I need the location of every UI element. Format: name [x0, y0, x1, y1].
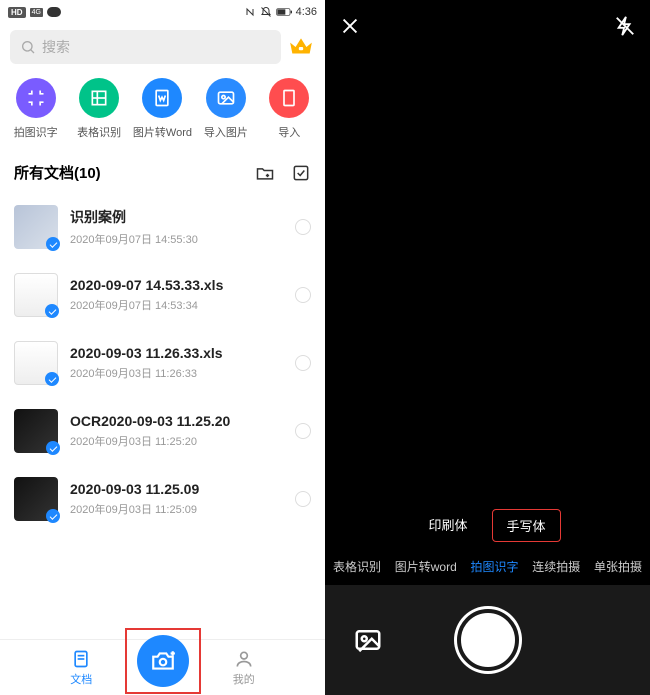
- tool-image-to-word[interactable]: 图片转Word: [131, 78, 194, 140]
- select-radio[interactable]: [295, 219, 311, 235]
- tool-label: 表格识别: [77, 124, 121, 140]
- check-badge-icon: [46, 237, 60, 251]
- font-mode-row: 印刷体 手写体: [325, 503, 650, 548]
- thumbnail: [14, 341, 58, 385]
- select-radio[interactable]: [295, 423, 311, 439]
- check-badge-icon: [45, 304, 59, 318]
- check-badge-icon: [45, 372, 59, 386]
- close-icon[interactable]: [339, 15, 361, 37]
- item-date: 2020年09月03日 11:25:20: [70, 433, 283, 449]
- status-time: 4:36: [296, 6, 317, 18]
- tool-label: 导入图片: [204, 124, 248, 140]
- tab-mine[interactable]: 我的: [233, 649, 255, 687]
- check-badge-icon: [46, 509, 60, 523]
- gallery-icon: [353, 625, 383, 655]
- tab-label: 我的: [233, 671, 255, 687]
- thumbnail: [14, 273, 58, 317]
- mute-icon: [260, 6, 272, 18]
- select-radio[interactable]: [295, 491, 311, 507]
- status-bar: HD 4G 4:36: [0, 0, 325, 24]
- camera-tab[interactable]: 表格识别: [333, 558, 381, 575]
- camera-plus-icon: [150, 648, 176, 674]
- camera-tab[interactable]: 单张拍摄: [594, 558, 642, 575]
- battery-icon: [276, 7, 292, 17]
- search-placeholder: 搜索: [42, 37, 70, 57]
- search-input[interactable]: 搜索: [10, 30, 281, 64]
- camera-viewfinder: [325, 52, 650, 503]
- camera-fab[interactable]: [137, 635, 189, 687]
- list-item[interactable]: 识别案例 2020年09月07日 14:55:30: [0, 193, 325, 261]
- crown-icon: [288, 34, 314, 60]
- camera-tab[interactable]: 图片转word: [395, 558, 457, 575]
- item-title: 2020-09-03 11.26.33.xls: [70, 345, 283, 361]
- user-icon: [234, 649, 254, 669]
- doc-icon: [71, 649, 91, 669]
- item-title: 2020-09-07 14.53.33.xls: [70, 277, 283, 293]
- flash-off-icon[interactable]: [614, 15, 636, 37]
- hd-icon: HD: [8, 7, 26, 18]
- list-item[interactable]: OCR2020-09-03 11.25.20 2020年09月03日 11:25:…: [0, 397, 325, 465]
- thumbnail: [14, 409, 58, 453]
- vip-button[interactable]: [287, 33, 315, 61]
- item-title: OCR2020-09-03 11.25.20: [70, 413, 283, 429]
- all-docs-title: 所有文档(10): [14, 162, 101, 183]
- nfc-icon: [244, 6, 256, 18]
- multiselect-icon[interactable]: [291, 163, 311, 183]
- message-icon: [47, 7, 61, 17]
- list-item[interactable]: 2020-09-03 11.26.33.xls 2020年09月03日 11:26…: [0, 329, 325, 397]
- tool-table-ocr[interactable]: 表格识别: [67, 78, 130, 140]
- search-icon: [20, 39, 36, 55]
- camera-app: 印刷体 手写体 表格识别 图片转word 拍图识字 连续拍摄 单张拍摄: [325, 0, 650, 695]
- tool-ocr-photo[interactable]: 拍图识字: [4, 78, 67, 140]
- tool-label: 图片转Word: [133, 124, 192, 140]
- documents-app: HD 4G 4:36 搜索 拍图识字 表格识别 图片转Word 导入图片 导入 …: [0, 0, 325, 695]
- tool-import[interactable]: 导入: [258, 78, 321, 140]
- fab-highlight-frame: [125, 628, 201, 694]
- item-title: 2020-09-03 11.25.09: [70, 481, 283, 497]
- item-title: 识别案例: [70, 207, 283, 227]
- camera-tab[interactable]: 连续拍摄: [532, 558, 580, 575]
- folder-add-icon[interactable]: [255, 163, 275, 183]
- tab-documents[interactable]: 文档: [70, 649, 92, 687]
- thumbnail: [14, 205, 58, 249]
- check-badge-icon: [46, 441, 60, 455]
- item-date: 2020年09月07日 14:55:30: [70, 231, 283, 247]
- pill-print[interactable]: 印刷体: [414, 509, 481, 542]
- tools-row: 拍图识字 表格识别 图片转Word 导入图片 导入: [0, 70, 325, 152]
- list-item[interactable]: 2020-09-07 14.53.33.xls 2020年09月07日 14:53…: [0, 261, 325, 329]
- documents-list: 识别案例 2020年09月07日 14:55:30 2020-09-07 14.5…: [0, 193, 325, 639]
- tool-label: 导入: [278, 124, 300, 140]
- tool-label: 拍图识字: [14, 124, 58, 140]
- thumbnail: [14, 477, 58, 521]
- item-date: 2020年09月03日 11:25:09: [70, 501, 283, 517]
- select-radio[interactable]: [295, 287, 311, 303]
- tab-label: 文档: [70, 671, 92, 687]
- list-item[interactable]: 2020-09-03 11.25.09 2020年09月03日 11:25:09: [0, 465, 325, 533]
- tool-import-image[interactable]: 导入图片: [194, 78, 257, 140]
- shutter-button[interactable]: [457, 609, 519, 671]
- bottom-nav: 文档 我的: [0, 639, 325, 695]
- signal-icon: 4G: [30, 8, 43, 17]
- item-date: 2020年09月07日 14:53:34: [70, 297, 283, 313]
- camera-mode-tabs: 表格识别 图片转word 拍图识字 连续拍摄 单张拍摄: [325, 548, 650, 585]
- item-date: 2020年09月03日 11:26:33: [70, 365, 283, 381]
- pill-handwriting[interactable]: 手写体: [492, 509, 561, 542]
- select-radio[interactable]: [295, 355, 311, 371]
- camera-tab-selected[interactable]: 拍图识字: [470, 558, 518, 575]
- gallery-button[interactable]: [353, 625, 383, 655]
